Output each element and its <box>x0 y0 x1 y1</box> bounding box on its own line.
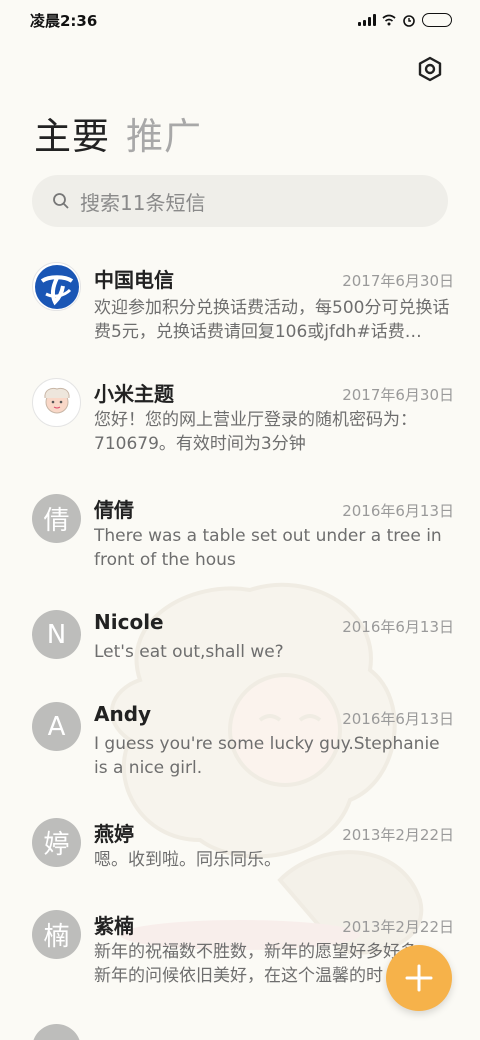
status-bar: 凌晨2:36 <box>0 0 480 40</box>
list-item[interactable]: 中国电信 2017年6月30日 欢迎参加积分兑换话费活动，每500分可兑换话费5… <box>0 240 480 356</box>
signal-icon <box>358 14 376 26</box>
list-item[interactable]: 小米主题 2017年6月30日 您好！您的网上营业厅登录的随机密码为：71067… <box>0 356 480 472</box>
list-item[interactable]: 倩 倩倩 2016年6月13日 There was a table set ou… <box>0 472 480 588</box>
contact-name: 中国电信 <box>94 268 174 292</box>
message-date: 2013年2月22日 <box>342 826 454 844</box>
compose-button[interactable] <box>386 945 452 1011</box>
message-date: 2016年6月13日 <box>342 618 454 636</box>
contact-name: 紫楠 <box>94 914 134 938</box>
tab-promotions[interactable]: 推广 <box>126 106 202 160</box>
tab-bar: 主要 推广 <box>34 106 202 160</box>
list-item-partial[interactable] <box>0 1010 480 1040</box>
avatar: 婷 <box>32 818 81 867</box>
contact-name: 倩倩 <box>94 498 134 522</box>
message-list: 中国电信 2017年6月30日 欢迎参加积分兑换话费活动，每500分可兑换话费5… <box>0 240 480 1040</box>
alarm-icon <box>403 15 415 27</box>
list-item[interactable]: N Nicole 2016年6月13日 Let's eat out,shall … <box>0 588 480 682</box>
message-date: 2016年6月13日 <box>342 502 454 520</box>
contact-name: 燕婷 <box>94 822 134 846</box>
status-icons <box>358 13 452 27</box>
avatar <box>32 378 81 427</box>
plus-icon <box>405 964 433 992</box>
message-preview: I guess you're some lucky guy.Stephanie … <box>94 734 440 778</box>
settings-button[interactable] <box>414 53 446 85</box>
message-preview: 您好！您的网上营业厅登录的随机密码为：710679。有效时间为3分钟 <box>94 410 417 454</box>
message-date: 2016年6月13日 <box>342 710 454 728</box>
avatar: 楠 <box>32 910 81 959</box>
avatar <box>32 1024 81 1040</box>
status-time: 凌晨2:36 <box>30 11 98 30</box>
message-preview: There was a table set out under a tree i… <box>94 526 442 570</box>
contact-name: Nicole <box>94 610 164 634</box>
avatar <box>32 262 81 311</box>
battery-icon <box>422 13 452 27</box>
tab-primary[interactable]: 主要 <box>34 106 110 160</box>
message-date: 2013年2月22日 <box>342 918 454 936</box>
china-telecom-logo-icon <box>34 264 79 309</box>
wifi-icon <box>382 14 396 26</box>
gear-icon <box>418 56 442 82</box>
contact-name: 小米主题 <box>94 382 174 406</box>
list-item[interactable]: A Andy 2016年6月13日 I guess you're some lu… <box>0 682 480 798</box>
message-preview: Let's eat out,shall we? <box>94 642 284 662</box>
contact-name: Andy <box>94 702 152 726</box>
avatar: A <box>32 702 81 751</box>
avatar: 倩 <box>32 494 81 543</box>
list-item[interactable]: 婷 燕婷 2013年2月22日 嗯。收到啦。同乐同乐。 <box>0 798 480 890</box>
message-date: 2017年6月30日 <box>342 386 454 404</box>
avatar: N <box>32 610 81 659</box>
search-placeholder: 搜索11条短信 <box>80 190 206 215</box>
message-preview: 欢迎参加积分兑换话费活动，每500分可兑换话费5元，兑换话费请回复106或jfd… <box>94 298 450 342</box>
message-date: 2017年6月30日 <box>342 272 454 290</box>
message-preview: 嗯。收到啦。同乐同乐。 <box>94 850 281 870</box>
mi-theme-mascot-icon <box>34 380 79 425</box>
search-bar[interactable]: 搜索11条短信 <box>32 175 448 227</box>
search-icon <box>53 193 69 209</box>
